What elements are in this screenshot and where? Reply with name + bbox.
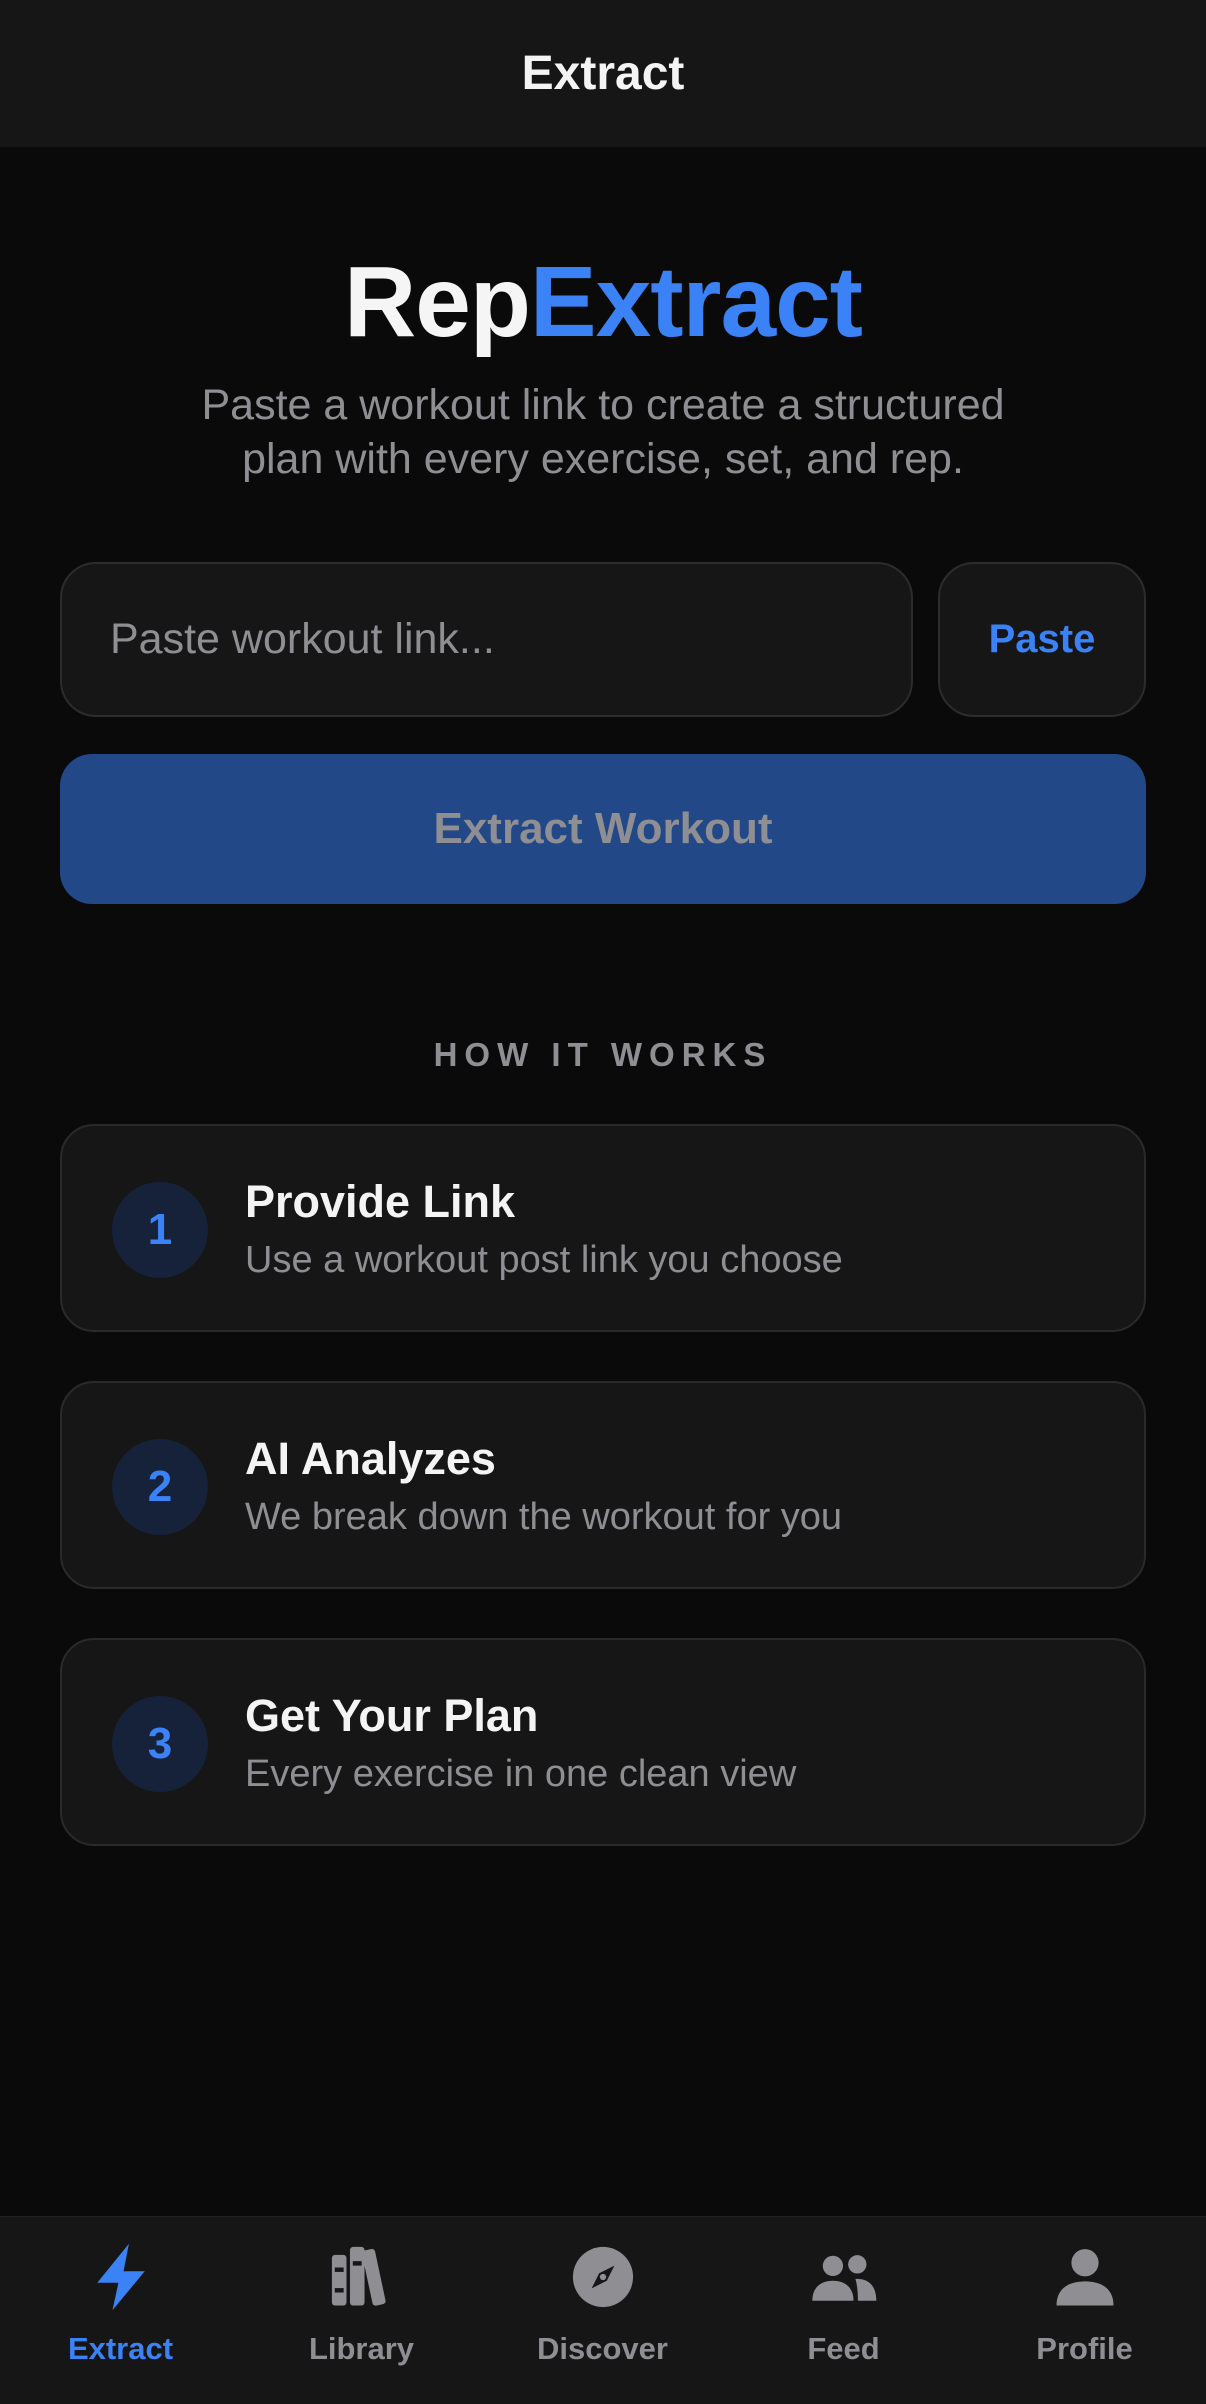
intro-description: Paste a workout link to create a structu… (130, 378, 1076, 486)
tab-label: Profile (1036, 2331, 1133, 2366)
step-description: Every exercise in one clean view (245, 1753, 797, 1795)
bottom-tab-bar: Extract Library Discover Feed Profile (0, 2216, 1206, 2404)
books-icon (324, 2239, 400, 2315)
intro-line-2: plan with every exercise, set, and rep. (242, 435, 964, 483)
workout-link-input[interactable] (60, 562, 913, 717)
step-title: AI Analyzes (245, 1433, 496, 1484)
step-card-ai-analyzes: 2 AI Analyzes We break down the workout … (60, 1381, 1146, 1589)
step-title: Provide Link (245, 1176, 516, 1227)
tab-feed[interactable]: Feed (723, 2217, 964, 2404)
app-screen: Extract RepExtract Paste a workout link … (0, 0, 1206, 2404)
step-number-badge: 2 (112, 1439, 208, 1535)
tab-label: Feed (807, 2331, 880, 2366)
compass-icon (565, 2239, 641, 2315)
how-it-works-heading: HOW IT WORKS (433, 1036, 773, 1073)
navigation-bar: Extract (0, 0, 1206, 147)
tab-label: Discover (537, 2331, 668, 2366)
step-card-provide-link: 1 Provide Link Use a workout post link y… (60, 1124, 1146, 1332)
tab-label: Library (308, 2331, 415, 2366)
bolt-icon (83, 2239, 159, 2315)
tab-library[interactable]: Library (241, 2217, 482, 2404)
brand-name-part-extract: Extract (529, 246, 863, 358)
tab-profile[interactable]: Profile (964, 2217, 1205, 2404)
step-number-badge: 1 (112, 1182, 208, 1278)
step-card-get-your-plan: 3 Get Your Plan Every exercise in one cl… (60, 1638, 1146, 1846)
people-icon (806, 2239, 882, 2315)
brand-name-part-rep: Rep (344, 246, 531, 358)
brand-logo-text: RepExtract (0, 245, 1206, 360)
step-number-badge: 3 (112, 1696, 208, 1792)
step-description: Use a workout post link you choose (245, 1239, 843, 1281)
page-title: Extract (521, 47, 685, 100)
extract-workout-button[interactable]: Extract Workout (60, 754, 1146, 904)
step-title: Get Your Plan (245, 1690, 539, 1741)
person-icon (1047, 2239, 1123, 2315)
paste-button[interactable]: Paste (938, 562, 1146, 717)
tab-extract[interactable]: Extract (0, 2217, 241, 2404)
tab-discover[interactable]: Discover (482, 2217, 723, 2404)
tab-label: Extract (67, 2331, 174, 2366)
step-description: We break down the workout for you (245, 1496, 843, 1538)
intro-line-1: Paste a workout link to create a structu… (201, 381, 1005, 429)
